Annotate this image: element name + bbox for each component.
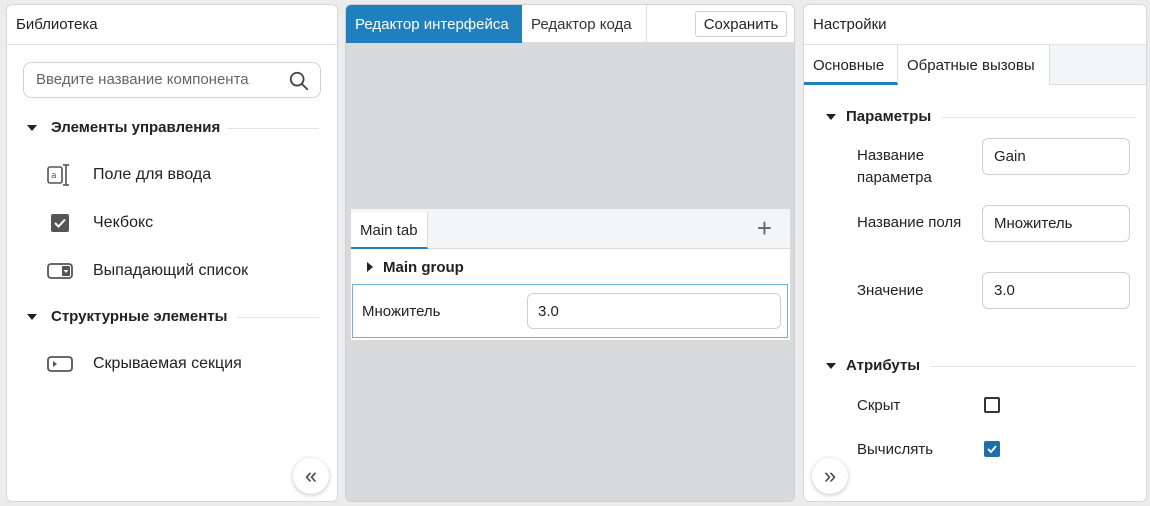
check-icon bbox=[987, 445, 997, 454]
param-label-name: Название параметра bbox=[857, 147, 932, 186]
search-input[interactable] bbox=[36, 71, 276, 88]
library-item-label: Чекбокс bbox=[93, 214, 154, 231]
tab-general[interactable]: Основные bbox=[804, 45, 898, 85]
library-title: Библиотека bbox=[7, 5, 337, 45]
library-panel: Библиотека Элементы управления a Поле дл… bbox=[6, 4, 338, 502]
caret-right-icon bbox=[367, 262, 373, 272]
library-item-label: Выпадающий список bbox=[93, 262, 249, 279]
component-search[interactable] bbox=[23, 62, 321, 98]
param-label-value: Значение bbox=[857, 282, 924, 299]
library-item-label: Скрываемая секция bbox=[93, 355, 242, 372]
section-attributes[interactable]: Атрибуты bbox=[826, 357, 920, 374]
add-tab-icon[interactable]: + bbox=[757, 215, 772, 241]
field-label: Множитель bbox=[362, 303, 441, 320]
selected-field-row[interactable]: Множитель 3.0 bbox=[352, 284, 788, 338]
evaluate-checkbox[interactable] bbox=[984, 441, 1000, 457]
caret-down-icon bbox=[826, 113, 836, 120]
form-tabs: Main tab + bbox=[351, 209, 790, 249]
settings-tabs: Основные Обратные вызовы bbox=[804, 45, 1146, 85]
group-label: Main group bbox=[383, 258, 464, 276]
editor-panel: Редактор интерфейса Редактор кода Сохран… bbox=[345, 4, 795, 502]
library-item-input[interactable]: a Поле для ввода bbox=[47, 163, 211, 187]
caret-down-icon bbox=[27, 313, 37, 320]
attr-label-hidden: Скрыт bbox=[857, 397, 901, 414]
collapse-panel-button[interactable]: « bbox=[293, 458, 329, 494]
settings-title: Настройки bbox=[804, 5, 1146, 45]
svg-text:a: a bbox=[51, 171, 57, 181]
tab-callbacks[interactable]: Обратные вызовы bbox=[898, 45, 1050, 85]
library-item-checkbox[interactable]: Чекбокс bbox=[47, 211, 153, 235]
divider bbox=[930, 366, 1136, 367]
section-label: Атрибуты bbox=[846, 357, 921, 374]
category-structure[interactable]: Структурные элементы bbox=[27, 308, 227, 325]
param-name-input[interactable]: Gain bbox=[982, 138, 1130, 175]
save-button[interactable]: Сохранить bbox=[695, 11, 787, 37]
hidden-checkbox[interactable] bbox=[984, 397, 1000, 413]
main-group-header[interactable]: Main group bbox=[351, 250, 790, 284]
expand-panel-button[interactable]: » bbox=[812, 458, 848, 494]
collapsible-section-icon bbox=[47, 352, 73, 376]
value-input[interactable]: 3.0 bbox=[982, 272, 1130, 309]
text-field-icon: a bbox=[47, 163, 73, 187]
double-chevron-right-icon: » bbox=[823, 463, 837, 488]
category-label: Элементы управления bbox=[51, 119, 221, 136]
tab-main[interactable]: Main tab bbox=[351, 212, 428, 249]
field-name-input[interactable]: Множитель bbox=[982, 205, 1130, 242]
divider bbox=[227, 128, 319, 129]
checkbox-icon bbox=[47, 211, 73, 235]
divider bbox=[942, 117, 1136, 118]
dropdown-icon bbox=[47, 259, 73, 283]
section-label: Параметры bbox=[846, 108, 932, 125]
divider bbox=[237, 317, 319, 318]
tab-ui-editor[interactable]: Редактор интерфейса bbox=[346, 5, 522, 43]
field-value-input[interactable]: 3.0 bbox=[527, 293, 781, 329]
category-controls[interactable]: Элементы управления bbox=[27, 119, 220, 136]
param-label-field: Название поля bbox=[857, 214, 962, 231]
library-item-collapsible-section[interactable]: Скрываемая секция bbox=[47, 352, 242, 376]
library-item-dropdown[interactable]: Выпадающий список bbox=[47, 259, 248, 283]
section-parameters[interactable]: Параметры bbox=[826, 108, 931, 125]
settings-panel: Настройки Основные Обратные вызовы Парам… bbox=[803, 4, 1147, 502]
caret-down-icon bbox=[27, 124, 37, 131]
caret-down-icon bbox=[826, 362, 836, 369]
double-chevron-left-icon: « bbox=[304, 463, 318, 488]
form-preview: Main tab + Main group Множитель 3.0 bbox=[351, 209, 790, 340]
attr-label-evaluate: Вычислять bbox=[857, 441, 934, 458]
category-label: Структурные элементы bbox=[51, 308, 228, 325]
editor-tabs: Редактор интерфейса Редактор кода Сохран… bbox=[346, 5, 794, 43]
library-item-label: Поле для ввода bbox=[93, 166, 212, 183]
tab-code-editor[interactable]: Редактор кода bbox=[522, 5, 647, 43]
search-icon[interactable] bbox=[288, 70, 310, 92]
